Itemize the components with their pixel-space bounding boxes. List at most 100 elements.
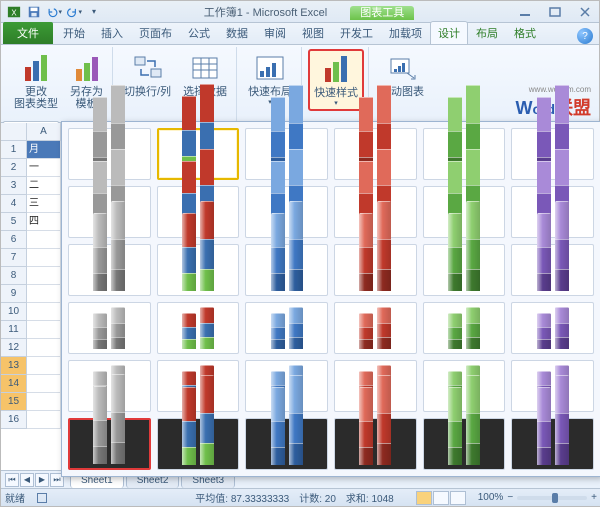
cell[interactable]: [27, 357, 61, 375]
chart-style-option[interactable]: [423, 128, 506, 180]
chart-style-option[interactable]: [511, 244, 594, 296]
save-icon[interactable]: [25, 4, 43, 20]
cell[interactable]: [27, 231, 61, 249]
cell[interactable]: 三: [27, 195, 61, 213]
zoom-out-button[interactable]: −: [507, 492, 513, 503]
cell[interactable]: [27, 339, 61, 357]
chart-style-option[interactable]: [245, 302, 328, 354]
tab-review[interactable]: 审阅: [256, 21, 294, 44]
cell[interactable]: 月: [27, 141, 61, 159]
chart-style-option[interactable]: [68, 186, 151, 238]
tab-formulas[interactable]: 公式: [180, 21, 218, 44]
tab-data[interactable]: 数据: [218, 21, 256, 44]
quick-style-button[interactable]: 快速样式 ▾: [308, 49, 364, 111]
chart-style-option[interactable]: [245, 186, 328, 238]
cell[interactable]: 一: [27, 159, 61, 177]
chart-style-option[interactable]: [68, 244, 151, 296]
qat-customize-icon[interactable]: ▾: [85, 4, 103, 20]
view-page-layout-icon[interactable]: [433, 491, 449, 505]
cell[interactable]: [27, 411, 61, 429]
chart-style-option[interactable]: [423, 244, 506, 296]
chart-style-option[interactable]: [334, 418, 417, 470]
tab-design[interactable]: 设计: [430, 21, 468, 44]
cell[interactable]: [27, 375, 61, 393]
chart-style-option[interactable]: [68, 418, 151, 470]
tab-developer[interactable]: 开发工: [332, 21, 381, 44]
tab-insert[interactable]: 插入: [93, 21, 131, 44]
cell[interactable]: 二: [27, 177, 61, 195]
minimize-icon[interactable]: [515, 5, 535, 19]
chart-style-option[interactable]: [334, 302, 417, 354]
chart-style-option[interactable]: [511, 418, 594, 470]
maximize-icon[interactable]: [545, 5, 565, 19]
sheet-nav-first[interactable]: ⏮: [5, 473, 19, 487]
cell[interactable]: [27, 321, 61, 339]
row-header[interactable]: 8: [1, 267, 27, 285]
row-header[interactable]: 11: [1, 321, 27, 339]
row-header[interactable]: 13: [1, 357, 27, 375]
excel-icon[interactable]: X: [5, 4, 23, 20]
tab-layout[interactable]: 布局: [468, 21, 506, 44]
redo-icon[interactable]: ▾: [65, 4, 83, 20]
tab-home[interactable]: 开始: [55, 21, 93, 44]
chart-style-option[interactable]: [334, 186, 417, 238]
row-header[interactable]: 10: [1, 303, 27, 321]
chart-style-option[interactable]: [423, 186, 506, 238]
sheet-nav-next[interactable]: ▶: [35, 473, 49, 487]
chart-style-option[interactable]: [423, 418, 506, 470]
chart-style-option[interactable]: [68, 128, 151, 180]
chart-style-option[interactable]: [511, 302, 594, 354]
chart-style-option[interactable]: [334, 360, 417, 412]
row-header[interactable]: 3: [1, 177, 27, 195]
column-header-a[interactable]: A: [27, 123, 61, 141]
tab-view[interactable]: 视图: [294, 21, 332, 44]
chart-style-option[interactable]: [423, 302, 506, 354]
chart-style-option[interactable]: [157, 418, 240, 470]
chart-style-option[interactable]: [245, 244, 328, 296]
tab-format[interactable]: 格式: [506, 21, 544, 44]
row-header[interactable]: 1: [1, 141, 27, 159]
chart-style-option[interactable]: [157, 186, 240, 238]
row-header[interactable]: 9: [1, 285, 27, 303]
tab-addins[interactable]: 加载项: [381, 21, 430, 44]
row-header[interactable]: 2: [1, 159, 27, 177]
cell[interactable]: [27, 393, 61, 411]
chart-style-option[interactable]: [245, 418, 328, 470]
help-icon[interactable]: ?: [577, 28, 593, 44]
row-header[interactable]: 16: [1, 411, 27, 429]
chart-style-option[interactable]: [511, 186, 594, 238]
chart-style-option[interactable]: [68, 302, 151, 354]
tab-page-layout[interactable]: 页面布: [131, 21, 180, 44]
undo-icon[interactable]: ▾: [45, 4, 63, 20]
chart-style-option[interactable]: [334, 244, 417, 296]
chart-style-option[interactable]: [334, 128, 417, 180]
row-header[interactable]: 5: [1, 213, 27, 231]
chart-style-option[interactable]: [511, 128, 594, 180]
sheet-nav-prev[interactable]: ◀: [20, 473, 34, 487]
row-header[interactable]: 14: [1, 375, 27, 393]
view-page-break-icon[interactable]: [450, 491, 466, 505]
row-header[interactable]: 7: [1, 249, 27, 267]
zoom-slider[interactable]: [517, 496, 587, 500]
chart-style-option[interactable]: [68, 360, 151, 412]
cell[interactable]: [27, 303, 61, 321]
cell[interactable]: 四: [27, 213, 61, 231]
chart-style-option[interactable]: [157, 128, 240, 180]
row-header[interactable]: 4: [1, 195, 27, 213]
chart-style-option[interactable]: [245, 128, 328, 180]
chart-style-option[interactable]: [423, 360, 506, 412]
row-header[interactable]: 12: [1, 339, 27, 357]
row-header[interactable]: 15: [1, 393, 27, 411]
change-chart-type-button[interactable]: 更改 图表类型: [9, 49, 63, 113]
chart-style-option[interactable]: [245, 360, 328, 412]
cell[interactable]: [27, 267, 61, 285]
close-icon[interactable]: [575, 5, 595, 19]
chart-style-option[interactable]: [157, 302, 240, 354]
zoom-level[interactable]: 100%: [478, 492, 504, 503]
zoom-in-button[interactable]: +: [591, 492, 597, 503]
chart-style-option[interactable]: [157, 244, 240, 296]
tab-file[interactable]: 文件: [3, 22, 53, 44]
cell[interactable]: [27, 249, 61, 267]
chart-style-option[interactable]: [157, 360, 240, 412]
macro-record-icon[interactable]: [37, 493, 47, 503]
